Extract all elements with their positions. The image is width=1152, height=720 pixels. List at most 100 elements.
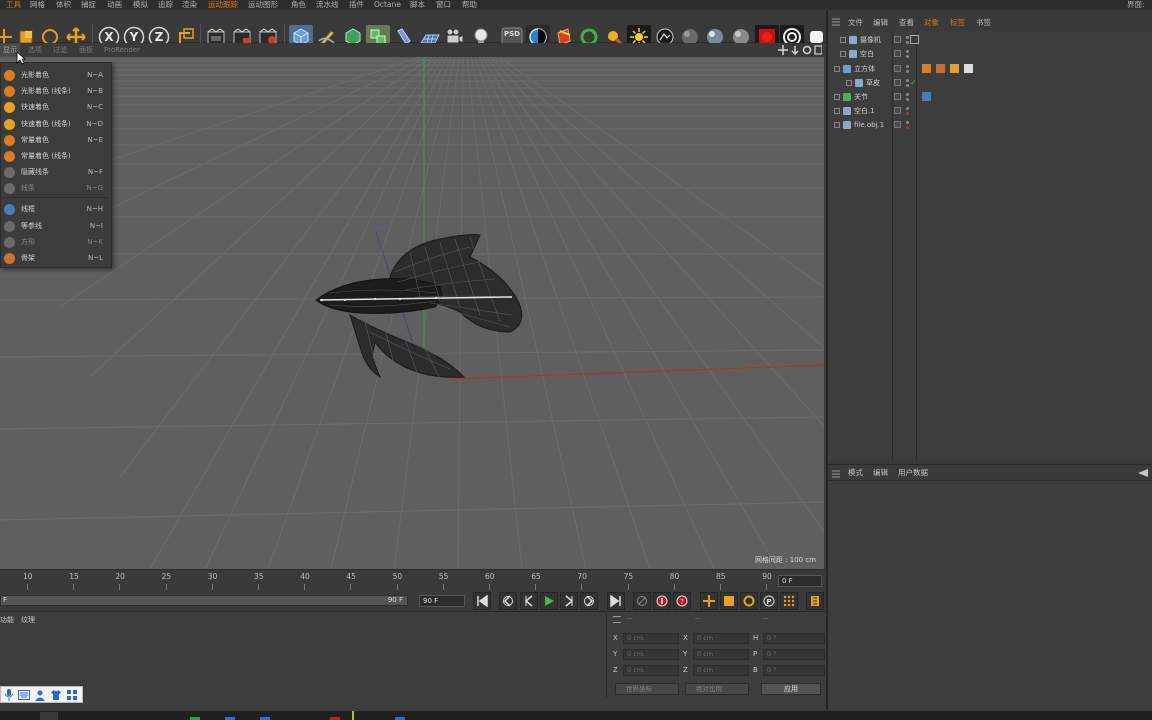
viewport-menu-filter[interactable]: 过滤 — [53, 43, 67, 57]
layer-toggle-icon[interactable] — [894, 79, 901, 86]
coord-value-field[interactable]: 0 cm — [623, 665, 679, 676]
coord-value-field[interactable]: 0 ° — [763, 633, 825, 644]
object-tag-icon[interactable] — [964, 64, 973, 73]
record-active-objects-button[interactable] — [653, 592, 671, 610]
render-visibility-dot[interactable] — [906, 84, 909, 87]
user-icon[interactable] — [34, 688, 46, 701]
menu-item[interactable]: 窗口 — [436, 0, 451, 10]
coord-system-dropdown[interactable]: 世界坐标 — [615, 683, 679, 695]
object-row[interactable]: 空白 — [828, 47, 1152, 61]
menu-item[interactable]: 流水线 — [316, 0, 339, 10]
coord-value-field[interactable]: 0 cm — [623, 649, 679, 660]
current-frame-field[interactable]: 0 F — [778, 575, 822, 587]
attribute-menu-0[interactable]: 模式 — [848, 465, 863, 481]
object-tag-icon[interactable] — [950, 64, 959, 73]
layer-toggle-icon[interactable] — [894, 93, 901, 100]
expand-toggle-icon[interactable] — [834, 122, 840, 128]
object-name[interactable]: 草皮 — [866, 76, 880, 90]
coord-value-field[interactable]: 0 cm — [693, 649, 749, 660]
viewport-menu-options[interactable]: 选项 — [28, 43, 42, 57]
object-row[interactable]: file.obj.1 — [828, 118, 1152, 132]
menu-item[interactable]: 帮助 — [462, 0, 477, 10]
next-frame-button[interactable] — [560, 592, 578, 610]
object-manager-menu-1[interactable]: 编辑 — [873, 16, 888, 29]
layer-toggle-icon[interactable] — [894, 50, 901, 57]
viewport-menu-panel[interactable]: 面板 — [79, 43, 93, 57]
menu-item[interactable]: 网格 — [30, 0, 45, 10]
shading-menu-item[interactable]: 光影着色 (线条) N~B — [1, 83, 111, 99]
timeline-ruler[interactable]: 0 F 10 15 20 25 30 35 40 45 50 55 60 65 70 75 80 85 90 — [0, 569, 826, 591]
attribute-menu-1[interactable]: 编辑 — [873, 465, 888, 481]
object-name[interactable]: 立方体 — [854, 62, 875, 76]
menu-item[interactable]: 渲染 — [182, 0, 197, 10]
menu-item[interactable]: 脚本 — [410, 0, 425, 10]
coord-value-field[interactable]: 0 cm — [623, 633, 679, 644]
expand-toggle-icon[interactable] — [834, 94, 840, 100]
input-method-toolbar[interactable] — [0, 686, 83, 703]
render-visibility-dot[interactable] — [906, 98, 909, 101]
panel-grip-icon[interactable] — [832, 470, 840, 480]
menu-item[interactable]: 动画 — [107, 0, 122, 10]
panel-grip-icon[interactable] — [832, 18, 840, 28]
previous-key-button[interactable] — [499, 592, 517, 610]
shading-menu-item[interactable]: 等参线 N~I — [1, 218, 111, 234]
back-arrow-icon[interactable] — [1138, 469, 1148, 479]
object-name[interactable]: 摄像机 — [860, 33, 881, 47]
menu-item[interactable]: 插件 — [349, 0, 364, 10]
editor-visibility-dot[interactable] — [906, 50, 909, 53]
end-frame-field[interactable]: 90 F — [419, 595, 465, 607]
microphone-icon[interactable] — [3, 688, 14, 701]
autokeying-button[interactable]: ? — [673, 592, 691, 610]
menu-item[interactable]: 追踪 — [158, 0, 173, 10]
editor-visibility-dot[interactable] — [906, 121, 909, 124]
scale-mode-dropdown[interactable]: 绝对比例 — [685, 683, 749, 695]
camera-tag-icon[interactable] — [910, 35, 919, 44]
shading-menu-item[interactable]: 快速着色 (线条) N~D — [1, 116, 111, 132]
key-parameter-button[interactable]: P — [760, 592, 778, 610]
material-tab-function[interactable]: 功能 — [0, 615, 14, 625]
apps-grid-icon[interactable] — [66, 688, 78, 701]
layer-toggle-icon[interactable] — [894, 107, 901, 114]
object-row[interactable]: 关节 — [828, 90, 1152, 104]
coord-value-field[interactable]: 0 cm — [693, 665, 749, 676]
attribute-menu-2[interactable]: 用户数据 — [898, 465, 928, 481]
object-row[interactable]: 摄像机 — [828, 33, 1152, 47]
viewport-navigation-icons[interactable] — [778, 45, 823, 57]
object-manager-list[interactable]: 摄像机 空白 立方体 草皮 ✓ 关节 空白.1 file.obj.1 — [828, 31, 1152, 461]
render-visibility-dot[interactable] — [906, 70, 909, 73]
perspective-viewport[interactable]: 网格间距 : 100 cm — [0, 57, 824, 569]
object-manager-menu-2[interactable]: 查看 — [899, 16, 914, 29]
layer-toggle-icon[interactable] — [894, 121, 901, 128]
menu-item[interactable]: Octane — [374, 0, 401, 10]
object-manager-menu-0[interactable]: 文件 — [848, 16, 863, 29]
object-name[interactable]: file.obj.1 — [854, 118, 884, 132]
next-key-button[interactable] — [580, 592, 598, 610]
render-visibility-dot[interactable] — [906, 55, 909, 58]
object-row[interactable]: 草皮 ✓ — [828, 76, 1152, 90]
menu-item[interactable]: 角色 — [291, 0, 306, 10]
menu-item[interactable]: 运动跟踪 — [208, 0, 238, 10]
render-visibility-dot[interactable] — [906, 112, 909, 115]
object-name[interactable]: 空白 — [860, 47, 874, 61]
keyboard-icon[interactable] — [18, 688, 30, 701]
object-tag-icon[interactable] — [922, 92, 931, 101]
object-row[interactable]: 立方体 — [828, 62, 1152, 76]
layer-toggle-icon[interactable] — [894, 36, 901, 43]
object-name[interactable]: 空白.1 — [854, 104, 875, 118]
viewport-menu-prorender[interactable]: ProRender — [104, 43, 140, 57]
shading-menu-item[interactable]: 线框 N~H — [1, 201, 111, 217]
editor-visibility-dot[interactable] — [906, 36, 909, 39]
object-name[interactable]: 关节 — [854, 90, 868, 104]
object-manager-menu-5[interactable]: 书签 — [976, 16, 991, 29]
render-visibility-dot[interactable] — [906, 41, 909, 44]
key-scale-button[interactable] — [720, 592, 738, 610]
shading-menu-item[interactable]: 快速着色 N~C — [1, 99, 111, 115]
expand-toggle-icon[interactable] — [834, 66, 840, 72]
menu-item[interactable]: 模拟 — [133, 0, 148, 10]
menu-item[interactable]: 捕捉 — [81, 0, 96, 10]
object-row[interactable]: 空白.1 — [828, 104, 1152, 118]
editor-visibility-dot[interactable] — [906, 93, 909, 96]
key-pla-button[interactable] — [780, 592, 798, 610]
object-manager-menu-3[interactable]: 对象 — [924, 16, 939, 29]
play-button[interactable] — [540, 592, 558, 610]
